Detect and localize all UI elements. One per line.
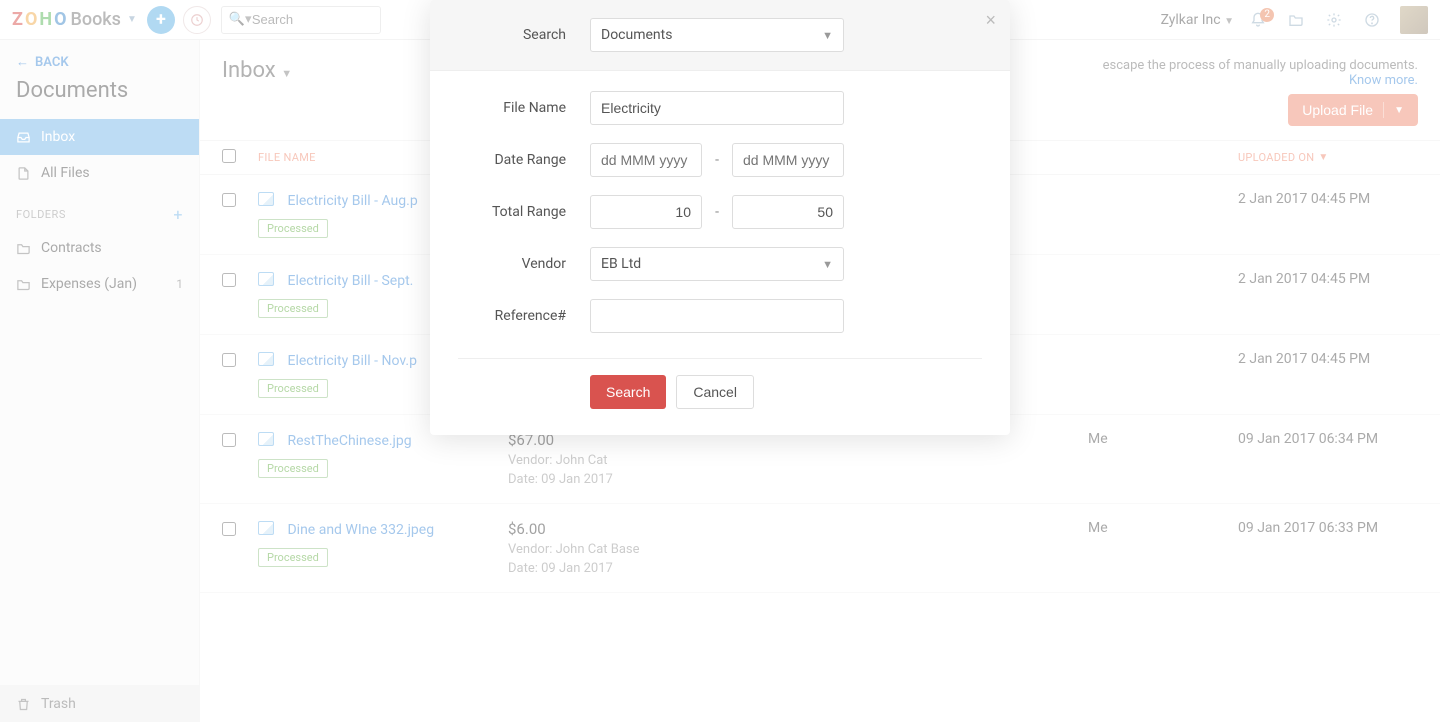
- search-type-select[interactable]: Documents ▼: [590, 18, 844, 52]
- vendor-select[interactable]: EB Ltd ▼: [590, 247, 844, 281]
- filename-input[interactable]: [590, 91, 844, 125]
- total-from-input[interactable]: [590, 195, 702, 229]
- reference-input[interactable]: [590, 299, 844, 333]
- modal-overlay: Search Documents ▼ × File Name Date Rang…: [0, 0, 1440, 722]
- search-modal: Search Documents ▼ × File Name Date Rang…: [430, 0, 1010, 435]
- range-separator: -: [702, 204, 732, 220]
- vendor-value: EB Ltd: [601, 256, 641, 272]
- search-type-value: Documents: [601, 27, 672, 43]
- chevron-down-icon: ▼: [822, 258, 833, 271]
- date-to-input[interactable]: [732, 143, 844, 177]
- totalrange-label: Total Range: [458, 204, 590, 220]
- search-button[interactable]: Search: [590, 375, 666, 409]
- date-from-input[interactable]: [590, 143, 702, 177]
- vendor-label: Vendor: [458, 256, 590, 272]
- chevron-down-icon: ▼: [822, 29, 833, 42]
- daterange-label: Date Range: [458, 152, 590, 168]
- reference-label: Reference#: [458, 308, 590, 324]
- range-separator: -: [702, 152, 732, 168]
- total-to-input[interactable]: [732, 195, 844, 229]
- filename-label: File Name: [458, 100, 590, 116]
- close-button[interactable]: ×: [985, 10, 996, 31]
- cancel-button[interactable]: Cancel: [676, 375, 754, 409]
- search-label: Search: [458, 27, 590, 43]
